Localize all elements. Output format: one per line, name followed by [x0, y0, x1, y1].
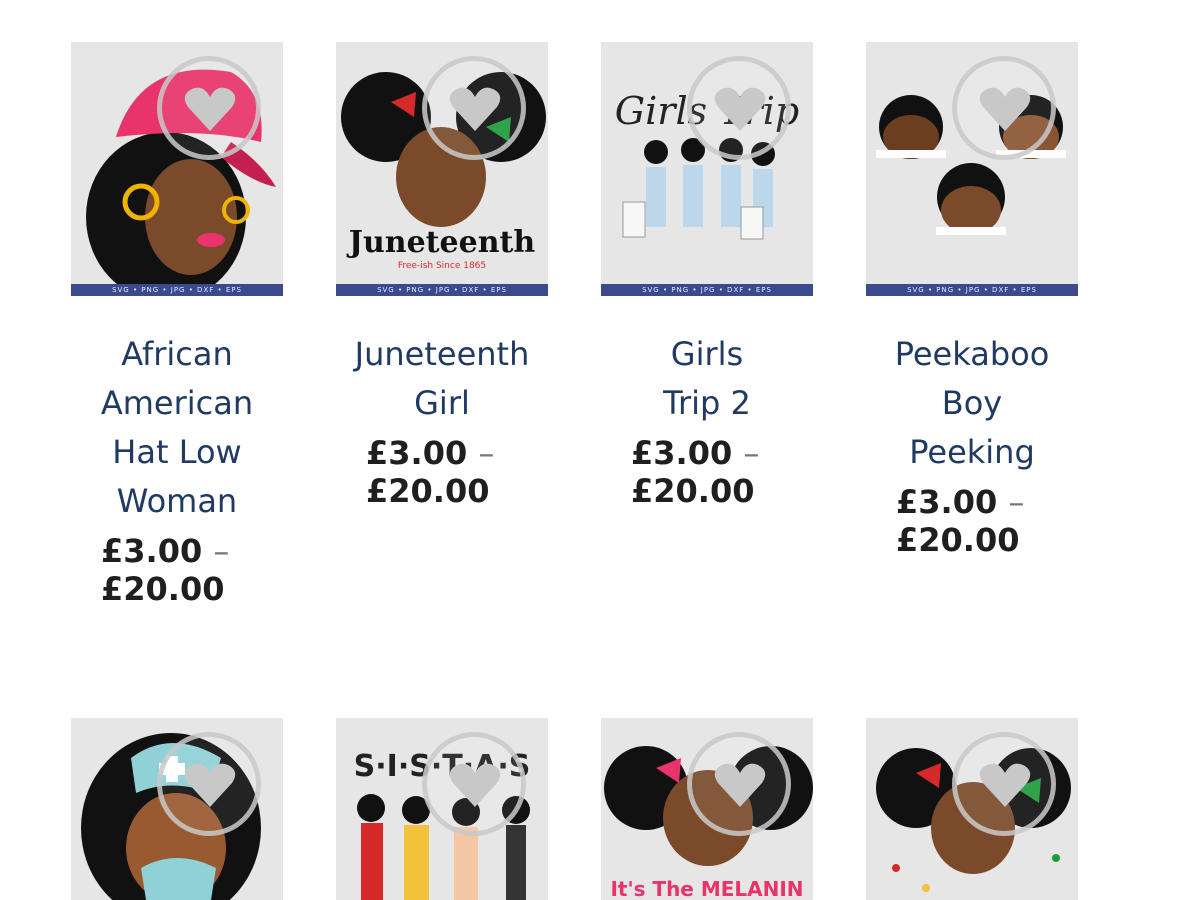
heart-icon: [979, 763, 1031, 807]
heart-icon: [184, 87, 236, 131]
svg-text:Free-ish Since 1865: Free-ish Since 1865: [398, 261, 486, 271]
product-image[interactable]: SVG • PNG • JPG • DXF • EPS: [866, 42, 1078, 296]
product-title[interactable]: Juneteenth Girl: [326, 330, 558, 428]
product-image[interactable]: Juneteenth Free-ish Since 1865 SVG • PNG…: [336, 42, 548, 296]
product-image[interactable]: SVG • PNG • JPG • DXF • EPS: [71, 42, 283, 296]
format-strip: SVG • PNG • JPG • DXF • EPS: [71, 284, 283, 296]
heart-icon: [449, 763, 501, 807]
wishlist-button[interactable]: [687, 732, 791, 836]
product-title[interactable]: Girls Trip 2: [591, 330, 823, 428]
format-strip: SVG • PNG • JPG • DXF • EPS: [866, 284, 1078, 296]
format-strip: SVG • PNG • JPG • DXF • EPS: [336, 284, 548, 296]
wishlist-button[interactable]: [952, 732, 1056, 836]
product-image[interactable]: S·I·S·T·A·S: [336, 718, 548, 900]
wishlist-button[interactable]: [687, 56, 791, 160]
product-title[interactable]: African American Hat Low Woman: [61, 330, 293, 526]
product-price: £3.00 – £20.00: [896, 483, 1025, 559]
wishlist-button[interactable]: [157, 732, 261, 836]
wishlist-button[interactable]: [952, 56, 1056, 160]
product-price: £3.00 – £20.00: [631, 434, 760, 510]
wishlist-button[interactable]: [422, 56, 526, 160]
svg-text:It's The MELANIN: It's The MELANIN: [610, 877, 803, 900]
product-image[interactable]: [866, 718, 1078, 900]
product-price: £3.00 – £20.00: [366, 434, 495, 510]
heart-icon: [714, 87, 766, 131]
heart-icon: [449, 87, 501, 131]
product-image[interactable]: It's The MELANIN: [601, 718, 813, 900]
heart-icon: [714, 763, 766, 807]
product-image[interactable]: [71, 718, 283, 900]
wishlist-button[interactable]: [422, 732, 526, 836]
svg-text:Juneteenth: Juneteenth: [346, 225, 536, 260]
product-price: £3.00 – £20.00: [101, 532, 230, 608]
heart-icon: [979, 87, 1031, 131]
product-image[interactable]: Girls Trip SVG • PNG • JPG • DXF • EPS: [601, 42, 813, 296]
wishlist-button[interactable]: [157, 56, 261, 160]
format-strip: SVG • PNG • JPG • DXF • EPS: [601, 284, 813, 296]
product-title[interactable]: Peekaboo Boy Peeking: [856, 330, 1088, 477]
heart-icon: [184, 763, 236, 807]
